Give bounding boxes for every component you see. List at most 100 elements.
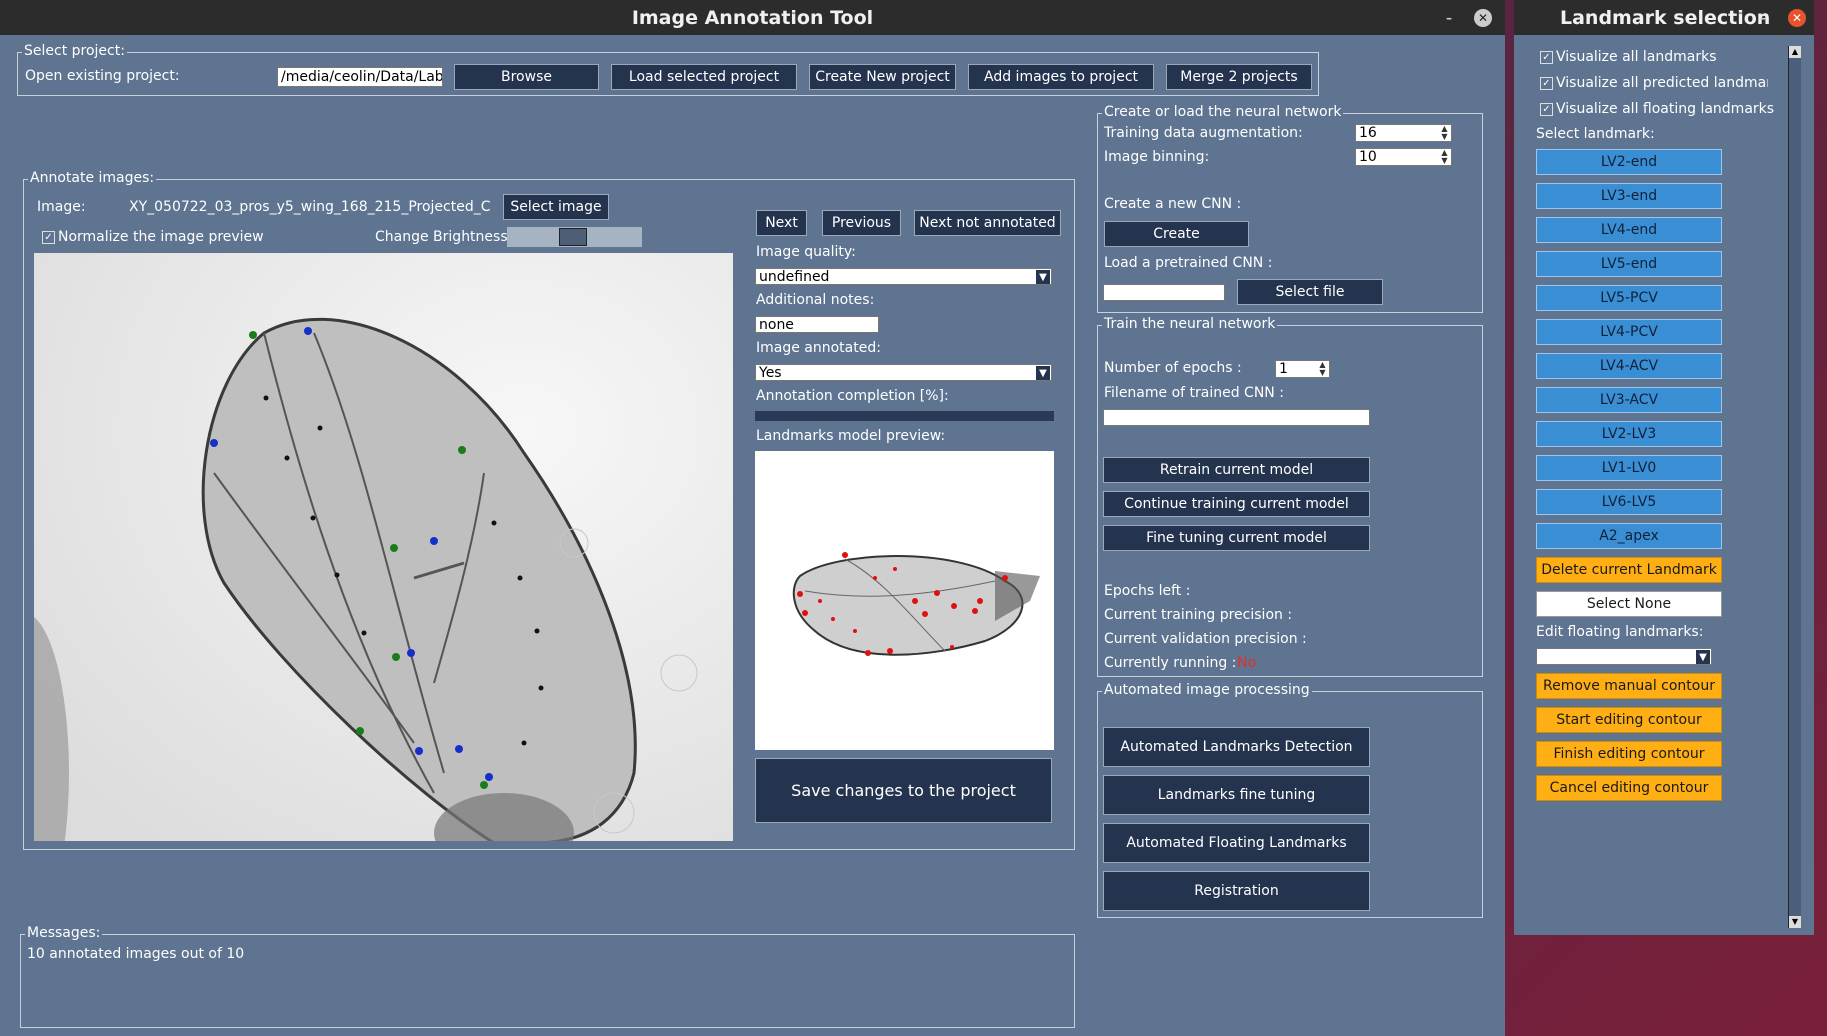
landmark-button[interactable]: LV3-end <box>1536 183 1722 209</box>
close-icon[interactable]: ✕ <box>1474 9 1492 27</box>
floating-landmarks-dropdown[interactable]: ▼ <box>1536 648 1712 665</box>
save-project-button[interactable]: Save changes to the project <box>755 758 1052 823</box>
brightness-label: Change Brightness <box>375 229 508 245</box>
edit-floating-label: Edit floating landmarks: <box>1536 624 1704 640</box>
minimize-icon[interactable]: – <box>1440 9 1458 27</box>
landmark-button[interactable]: LV6-LV5 <box>1536 489 1722 515</box>
wing-image-canvas[interactable] <box>34 253 733 841</box>
model-preview <box>755 451 1054 750</box>
main-titlebar: Image Annotation Tool – ✕ <box>0 0 1505 35</box>
landmark-button[interactable]: LV4-PCV <box>1536 319 1722 345</box>
train-group-label: Train the neural network <box>1102 316 1278 332</box>
notes-label: Additional notes: <box>756 292 875 308</box>
select-image-button[interactable]: Select image <box>503 194 609 220</box>
next-not-annotated-button[interactable]: Next not annotated <box>914 210 1061 236</box>
browse-button[interactable]: Browse <box>454 64 599 90</box>
binning-spinbox[interactable]: 10 ▲ ▼ <box>1355 148 1452 166</box>
check-icon: ✓ <box>42 230 55 244</box>
landmark-button[interactable]: A2_apex <box>1536 523 1722 549</box>
image-label: Image: <box>37 199 86 215</box>
landmark-button[interactable]: LV5-end <box>1536 251 1722 277</box>
cnn-file-field[interactable] <box>1103 284 1225 301</box>
annotated-value: Yes <box>759 364 782 381</box>
vis-predicted-label: Visualize all predicted landmarks <box>1556 75 1768 91</box>
create-project-button[interactable]: Create New project <box>809 64 956 90</box>
augmentation-spinbox[interactable]: 16 ▲ ▼ <box>1355 124 1452 142</box>
binning-value: 10 <box>1359 149 1377 165</box>
spin-arrows-icon[interactable]: ▲ ▼ <box>1317 361 1328 377</box>
vis-all-checkbox[interactable]: ✓ Visualize all landmarks <box>1540 49 1717 65</box>
project-path-field[interactable]: /media/ceolin/Data/Lab Gi <box>277 67 443 87</box>
chevron-down-icon: ▼ <box>1036 270 1050 284</box>
landmark-button[interactable]: LV4-ACV <box>1536 353 1722 379</box>
epochs-value: 1 <box>1279 361 1288 377</box>
fine-tuning-button[interactable]: Fine tuning current model <box>1103 525 1370 551</box>
auto-detect-button[interactable]: Automated Landmarks Detection <box>1103 727 1370 767</box>
scroll-up-icon[interactable]: ▲ <box>1789 46 1801 58</box>
quality-value: undefined <box>759 268 830 285</box>
floating-landmarks-button[interactable]: Automated Floating Landmarks <box>1103 823 1370 863</box>
quality-dropdown[interactable]: undefined ▼ <box>755 268 1052 285</box>
landmark-button[interactable]: LV5-PCV <box>1536 285 1722 311</box>
brightness-slider[interactable] <box>507 227 642 247</box>
add-images-button[interactable]: Add images to project <box>968 64 1154 90</box>
validation-precision-label: Current validation precision : <box>1104 631 1307 647</box>
load-cnn-label: Load a pretrained CNN : <box>1104 255 1273 271</box>
select-file-button[interactable]: Select file <box>1237 279 1383 305</box>
next-button[interactable]: Next <box>756 210 807 236</box>
messages-label: Messages: <box>25 925 103 941</box>
previous-button[interactable]: Previous <box>822 210 901 236</box>
close-icon[interactable]: ✕ <box>1788 9 1806 27</box>
load-project-button[interactable]: Load selected project <box>611 64 797 90</box>
remove-contour-button[interactable]: Remove manual contour <box>1536 673 1722 699</box>
landmark-window: Landmark selection – ✕ ✓ Visualize all la… <box>1514 0 1814 935</box>
landmark-button[interactable]: LV2-LV3 <box>1536 421 1722 447</box>
annotated-label: Image annotated: <box>756 340 881 356</box>
auto-group-label: Automated image processing <box>1102 682 1312 698</box>
cancel-contour-button[interactable]: Cancel editing contour <box>1536 775 1722 801</box>
training-precision-label: Current training precision : <box>1104 607 1293 623</box>
finish-contour-button[interactable]: Finish editing contour <box>1536 741 1722 767</box>
spin-arrows-icon[interactable]: ▲ ▼ <box>1439 149 1450 165</box>
notes-field[interactable]: none <box>755 316 879 333</box>
minimize-icon[interactable]: – <box>1754 9 1772 27</box>
filename-cnn-field[interactable] <box>1103 409 1370 426</box>
chevron-down-icon: ▼ <box>1696 650 1710 664</box>
check-icon: ✓ <box>1540 50 1553 64</box>
slider-handle[interactable] <box>559 228 587 246</box>
vis-predicted-checkbox[interactable]: ✓ Visualize all predicted landmarks <box>1540 75 1768 91</box>
check-icon: ✓ <box>1540 102 1553 116</box>
epochs-spinbox[interactable]: 1 ▲ ▼ <box>1275 360 1330 378</box>
landmark-button[interactable]: LV4-end <box>1536 217 1722 243</box>
landmark-button[interactable]: LV1-LV0 <box>1536 455 1722 481</box>
select-project-label: Select project: <box>22 43 127 59</box>
start-contour-button[interactable]: Start editing contour <box>1536 707 1722 733</box>
continue-training-button[interactable]: Continue training current model <box>1103 491 1370 517</box>
annotated-dropdown[interactable]: Yes ▼ <box>755 364 1052 381</box>
registration-button[interactable]: Registration <box>1103 871 1370 911</box>
epochs-label: Number of epochs : <box>1104 360 1242 376</box>
normalize-label: Normalize the image preview <box>58 229 264 245</box>
merge-projects-button[interactable]: Merge 2 projects <box>1166 64 1312 90</box>
landmark-scrollbar[interactable]: ▲ ▼ <box>1788 46 1801 928</box>
image-name: XY_050722_03_pros_y5_wing_168_215_Projec… <box>129 199 491 215</box>
landmark-button[interactable]: LV2-end <box>1536 149 1722 175</box>
vis-all-label: Visualize all landmarks <box>1556 49 1717 65</box>
landmarks-fine-tuning-button[interactable]: Landmarks fine tuning <box>1103 775 1370 815</box>
landmark-button[interactable]: LV3-ACV <box>1536 387 1722 413</box>
running-label: Currently running : <box>1104 655 1237 671</box>
quality-label: Image quality: <box>756 244 856 260</box>
model-preview-image <box>792 552 1040 656</box>
scroll-down-icon[interactable]: ▼ <box>1789 916 1801 928</box>
messages-text: 10 annotated images out of 10 <box>27 946 245 962</box>
vis-floating-checkbox[interactable]: ✓ Visualize all floating landmarks <box>1540 101 1774 117</box>
normalize-checkbox[interactable]: ✓ Normalize the image preview <box>42 229 264 245</box>
create-cnn-button[interactable]: Create <box>1104 221 1249 247</box>
select-none-button[interactable]: Select None <box>1536 591 1722 617</box>
spin-arrows-icon[interactable]: ▲ ▼ <box>1439 125 1450 141</box>
augmentation-label: Training data augmentation: <box>1104 125 1303 141</box>
vis-floating-label: Visualize all floating landmarks <box>1556 101 1775 117</box>
retrain-button[interactable]: Retrain current model <box>1103 457 1370 483</box>
completion-label: Annotation completion [%]: <box>756 388 949 404</box>
delete-landmark-button[interactable]: Delete current Landmark <box>1536 557 1722 583</box>
